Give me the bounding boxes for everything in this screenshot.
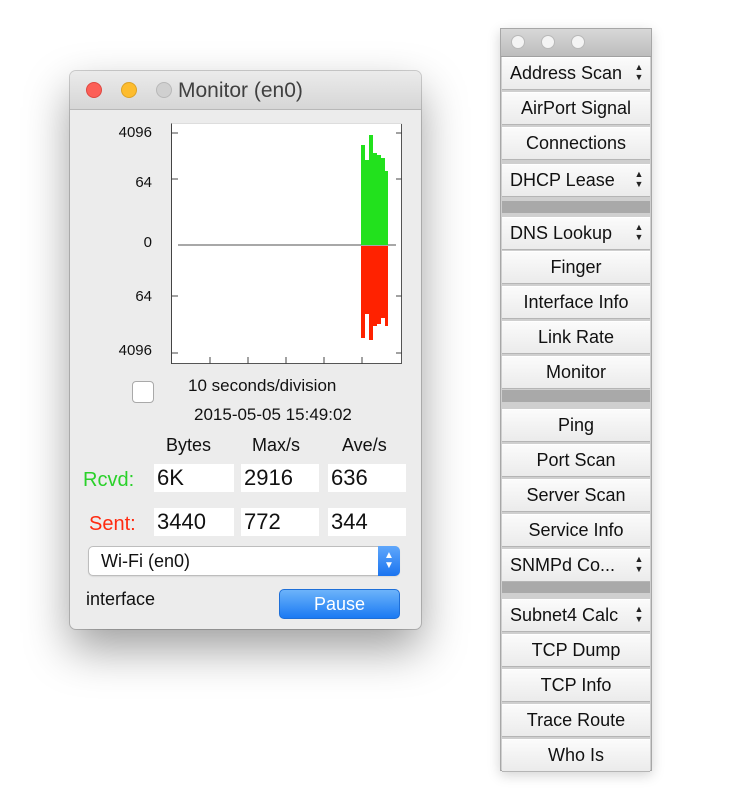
recv-bar xyxy=(369,135,373,245)
sent-bar xyxy=(377,246,381,324)
tool-button-dns-lookup[interactable]: DNS Lookup ▲ ▼ xyxy=(502,217,650,250)
palette-minimize-button[interactable] xyxy=(541,35,555,49)
tool-button-subnet4-calc[interactable]: Subnet4 Calc ▲ ▼ xyxy=(502,599,650,632)
interface-select-value: Wi-Fi (en0) xyxy=(101,551,190,571)
recv-bar xyxy=(365,160,369,245)
sent-max-field: 772 xyxy=(241,508,319,536)
tool-button-server-scan[interactable]: Server Scan xyxy=(502,479,650,512)
tool-button-label: TCP Dump xyxy=(531,640,621,660)
sent-bar xyxy=(361,246,365,338)
tool-button-address-scan[interactable]: Address Scan ▲ ▼ xyxy=(502,57,650,90)
tool-button-label: Link Rate xyxy=(537,327,615,347)
time-scale-label: 10 seconds/division xyxy=(188,376,337,395)
timestamp: 2015-05-05 15:49:02 xyxy=(194,405,352,424)
minimize-button[interactable] xyxy=(121,82,137,98)
tool-button-service-info[interactable]: Service Info xyxy=(502,514,650,547)
column-header-max: Max/s xyxy=(252,435,301,455)
tool-button-finger[interactable]: Finger xyxy=(502,251,650,284)
palette-separator xyxy=(502,201,650,213)
close-button[interactable] xyxy=(86,82,102,98)
palette-close-button[interactable] xyxy=(511,35,525,49)
sent-bar xyxy=(369,246,373,340)
column-header-bytes: Bytes xyxy=(166,435,212,455)
sent-bar xyxy=(385,246,388,326)
palette-separator xyxy=(502,390,650,402)
tool-button-label: Who Is xyxy=(547,745,604,765)
tool-button-trace-route[interactable]: Trace Route xyxy=(502,704,650,737)
tool-button-who-is[interactable]: Who Is xyxy=(502,739,650,772)
tool-button-label: Monitor xyxy=(545,362,607,382)
sent-bytes-field: 3440 xyxy=(154,508,234,536)
y-label-recv-mid: 64 xyxy=(135,174,152,191)
received-bytes-field: 6K xyxy=(154,464,234,492)
recv-bar xyxy=(361,145,365,245)
traffic-graph-svg xyxy=(172,124,402,364)
interface-label: interface xyxy=(86,589,156,609)
zoom-button[interactable] xyxy=(156,82,172,98)
tool-button-dhcp-lease[interactable]: DHCP Lease ▲ ▼ xyxy=(502,164,650,197)
tool-button-tcp-dump[interactable]: TCP Dump xyxy=(502,634,650,667)
y-label-zero: 0 xyxy=(143,234,152,251)
tool-button-label: DNS Lookup xyxy=(510,223,613,243)
menu-stepper-icon: ▲ ▼ xyxy=(634,222,644,242)
tool-button-monitor[interactable]: Monitor xyxy=(502,356,650,389)
popup-stepper-icon: ▲ ▼ xyxy=(378,546,400,576)
sent-bar xyxy=(381,246,385,318)
tool-button-label: SNMPd Co... xyxy=(510,555,616,575)
tool-button-label: TCP Info xyxy=(540,675,612,695)
tool-button-connections[interactable]: Connections xyxy=(502,127,650,160)
tool-button-label: Ping xyxy=(557,415,595,435)
received-ave-field: 636 xyxy=(328,464,406,492)
recv-bar xyxy=(377,155,381,245)
sent-ave-field: 344 xyxy=(328,508,406,536)
tool-button-label: Service Info xyxy=(528,520,624,540)
recv-bars xyxy=(361,135,388,245)
y-label-sent-max: 4096 xyxy=(118,342,152,359)
tool-button-label: Connections xyxy=(525,133,627,153)
tool-button-port-scan[interactable]: Port Scan xyxy=(502,444,650,477)
palette-separator xyxy=(502,581,650,593)
y-label-recv-max: 4096 xyxy=(118,124,152,141)
title-bar[interactable]: Monitor (en0) xyxy=(70,71,421,110)
tool-button-ping[interactable]: Ping xyxy=(502,409,650,442)
tool-button-label: Subnet4 Calc xyxy=(510,605,619,625)
sent-label: Sent: xyxy=(89,513,136,535)
received-max-field: 2916 xyxy=(241,464,319,492)
interface-select[interactable]: Wi-Fi (en0) ▲ ▼ xyxy=(88,546,400,576)
tool-button-label: DHCP Lease xyxy=(510,170,615,190)
tool-button-label: Trace Route xyxy=(526,710,626,730)
palette-title-bar[interactable] xyxy=(501,29,651,57)
tool-button-label: Server Scan xyxy=(526,485,626,505)
tool-button-airport-signal[interactable]: AirPort Signal xyxy=(502,92,650,125)
recv-bar xyxy=(385,171,388,245)
pause-button[interactable]: Pause xyxy=(279,589,400,619)
tool-button-label: Port Scan xyxy=(536,450,616,470)
received-label: Rcvd: xyxy=(83,469,135,491)
tool-button-label: Interface Info xyxy=(523,292,629,312)
tool-button-label: Address Scan xyxy=(510,63,623,83)
y-label-sent-mid: 64 xyxy=(135,288,152,305)
tool-palette: Address Scan ▲ ▼ AirPort Signal Connections D… xyxy=(500,28,652,772)
menu-stepper-icon: ▲ ▼ xyxy=(634,169,644,189)
menu-stepper-icon: ▲ ▼ xyxy=(634,604,644,624)
recv-bar xyxy=(381,158,385,245)
tool-button-label: AirPort Signal xyxy=(520,98,632,118)
sent-bar xyxy=(365,246,369,314)
recv-bar xyxy=(373,153,377,245)
tool-button-interface-info[interactable]: Interface Info xyxy=(502,286,650,319)
menu-stepper-icon: ▲ ▼ xyxy=(634,62,644,82)
column-header-ave: Ave/s xyxy=(342,435,387,455)
sent-bars xyxy=(361,246,388,340)
tool-button-tcp-info[interactable]: TCP Info xyxy=(502,669,650,702)
palette-zoom-button[interactable] xyxy=(571,35,585,49)
traffic-graph xyxy=(171,123,402,364)
tool-button-label: Finger xyxy=(550,257,602,277)
window-title: Monitor (en0) xyxy=(178,79,303,102)
scale-checkbox[interactable] xyxy=(132,381,154,403)
sent-bar xyxy=(373,246,377,326)
tool-button-link-rate[interactable]: Link Rate xyxy=(502,321,650,354)
menu-stepper-icon: ▲ ▼ xyxy=(634,554,644,574)
tool-button-snmpd-co[interactable]: SNMPd Co... ▲ ▼ xyxy=(502,549,650,582)
monitor-window: Monitor (en0) 4096 64 0 64 4096 10 secon… xyxy=(70,71,421,629)
